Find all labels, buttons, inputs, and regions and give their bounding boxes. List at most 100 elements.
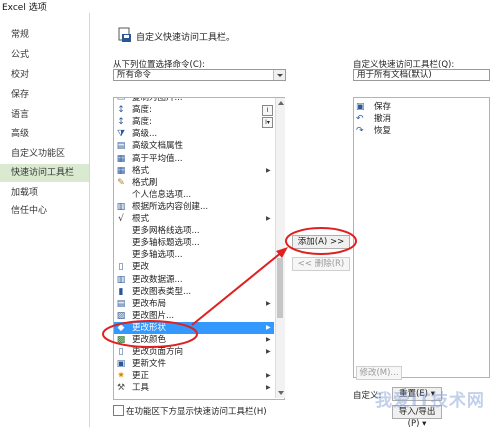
height-icon: ↕ xyxy=(117,117,125,128)
list-item-label: 复制为图片... xyxy=(132,97,183,103)
watermark: 我爱IT技术网 xyxy=(375,391,485,411)
customize-toolbar-value: 用于所有文档(默认) xyxy=(357,70,432,80)
remove-button[interactable]: << 删除(R) xyxy=(292,257,350,271)
sidebar-item-quick-access-toolbar[interactable]: 快速访问工具栏 xyxy=(0,164,89,182)
commands-list-scrollbar[interactable] xyxy=(275,98,285,398)
list-item[interactable]: ▤ 更改布局 ▶ xyxy=(114,298,274,310)
choose-commands-dropdown[interactable]: 所有命令 xyxy=(113,69,286,81)
sidebar-item-language[interactable]: 语言 xyxy=(0,106,89,124)
document-properties-icon: ▤ xyxy=(116,141,126,152)
submenu-arrow-icon: ▶ xyxy=(266,299,271,307)
submenu-arrow-icon: ▶ xyxy=(266,215,271,222)
title-bar: Excel 选项 xyxy=(0,0,500,13)
list-item[interactable]: ▯ 更改 xyxy=(114,261,274,273)
filter-advanced-icon: ⧩ xyxy=(116,129,126,140)
list-item[interactable]: 个人信息选项... xyxy=(114,189,274,201)
list-item[interactable]: ◆ 更改形状 ▶ xyxy=(114,321,274,334)
window-title: Excel 选项 xyxy=(2,3,47,13)
list-item[interactable]: ✎ 格式刷 xyxy=(114,177,274,189)
page-orientation-icon: ▯ xyxy=(118,347,124,358)
list-item-label: 更多网格线选项... xyxy=(132,226,200,237)
update-file-icon: ▣ xyxy=(116,359,126,370)
list-item[interactable]: ▥ 更改数据源... xyxy=(114,274,274,286)
list-item[interactable]: ▤ 高级文档属性 xyxy=(114,140,274,152)
choose-commands-value: 所有命令 xyxy=(117,70,152,80)
list-item-label: 更正 xyxy=(132,371,150,382)
list-item[interactable]: ▥ 根据所选内容创建... xyxy=(114,201,274,213)
above-average-icon: ▦ xyxy=(116,153,126,164)
list-item-label: 更改形状 xyxy=(132,322,167,333)
quick-access-toolbar-list[interactable]: ▣ 保存 ↶ 撤消 ↷ 恢复 xyxy=(353,97,490,378)
list-item-label: 更新文件 xyxy=(132,359,167,370)
list-item-label: 更改页面方向 xyxy=(132,347,184,358)
format-icon: ▦ xyxy=(116,165,126,176)
list-item-label: 高级文档属性 xyxy=(132,141,184,152)
list-item-label: 格式刷 xyxy=(132,177,158,188)
list-item-label: 更改布局 xyxy=(132,298,167,309)
list-item-label: 更改 xyxy=(132,262,150,273)
save-icon: ▣ xyxy=(356,102,365,112)
list-item-label: 根据所选内容创建... xyxy=(132,201,209,212)
undo-icon: ↶ xyxy=(356,114,364,124)
change-data-source-icon: ▥ xyxy=(116,274,126,285)
list-item[interactable]: √ 根式 ▶ xyxy=(114,213,274,225)
chevron-down-icon[interactable] xyxy=(273,70,285,80)
list-item[interactable]: ▯ 更改页面方向 ▶ xyxy=(114,346,274,358)
list-item[interactable]: ↕ 高度: I xyxy=(114,104,274,117)
sidebar-item-customize-ribbon[interactable]: 自定义功能区 xyxy=(0,145,89,163)
list-item[interactable]: ▭ 复制为图片... xyxy=(114,97,274,104)
submenu-arrow-icon: ▶ xyxy=(266,348,271,356)
sidebar-item-save[interactable]: 保存 xyxy=(0,86,89,104)
list-item-label: 高于平均值... xyxy=(132,153,183,164)
customize-toolbar-dropdown[interactable]: 用于所有文档(默认) xyxy=(353,69,490,81)
sidebar-item-general[interactable]: 常规 xyxy=(0,26,89,44)
change-chart-type-icon: ▮ xyxy=(118,286,124,297)
list-item[interactable]: 更多轴标题选项... xyxy=(114,237,274,249)
input-box-icon: I▾ xyxy=(262,117,273,129)
list-item[interactable]: ✷ 更正 ▶ xyxy=(114,370,274,382)
list-item-label: 更改颜色 xyxy=(132,335,167,345)
list-item-label: 高级... xyxy=(132,129,158,140)
submenu-arrow-icon: ▶ xyxy=(266,323,271,331)
add-button[interactable]: 添加(A) >> xyxy=(292,235,350,249)
scrollbar-thumb[interactable] xyxy=(277,258,283,318)
create-from-selection-icon: ▥ xyxy=(116,201,126,212)
list-item-label: 格式 xyxy=(132,165,150,176)
list-item[interactable]: ▩ 更改颜色 ▶ xyxy=(114,334,274,346)
list-item-label: 高度: xyxy=(132,117,152,128)
height-icon: ↕ xyxy=(117,105,125,116)
show-below-ribbon-checkbox[interactable] xyxy=(113,405,124,416)
sidebar-item-formulas[interactable]: 公式 xyxy=(0,46,89,64)
list-item[interactable]: ▦ 高于平均值... xyxy=(114,153,274,165)
list-item[interactable]: ▨ 更改图片... xyxy=(114,310,274,322)
sidebar-item-advanced[interactable]: 高级 xyxy=(0,125,89,143)
scroll-up-arrow-icon[interactable] xyxy=(278,101,284,105)
radical-icon: √ xyxy=(118,214,124,224)
list-item-label: 工具 xyxy=(132,383,150,394)
submenu-arrow-icon: ▶ xyxy=(266,372,271,380)
sidebar-item-proofing[interactable]: 校对 xyxy=(0,66,89,84)
change-icon: ▯ xyxy=(118,262,124,273)
page-title: 自定义快速访问工具栏。 xyxy=(136,33,236,43)
list-item[interactable]: 更多网格线选项... xyxy=(114,225,274,237)
corrections-icon: ✷ xyxy=(117,371,125,382)
scroll-down-arrow-icon[interactable] xyxy=(278,391,284,395)
list-item[interactable]: ▣ 更新文件 xyxy=(114,358,274,370)
list-item[interactable]: ⚒ 工具 ▶ xyxy=(114,382,274,394)
list-item[interactable]: ↕ 高度: I▾ xyxy=(114,116,274,129)
list-item[interactable]: ▮ 更改图表类型... xyxy=(114,286,274,298)
change-picture-icon: ▨ xyxy=(116,310,126,321)
list-item-label: 更改图片... xyxy=(132,310,175,321)
copy-picture-icon: ▭ xyxy=(116,97,126,103)
sidebar-item-trust-center[interactable]: 信任中心 xyxy=(0,202,89,220)
list-item[interactable]: ⧩ 高级... xyxy=(114,128,274,140)
commands-list[interactable]: ▭ 复制为图片... ↕ 高度: I ↕ 高度: I▾ ⧩ 高级... ▤ 高级文档属性 ▦ 高于平均值.… xyxy=(113,97,285,400)
change-layout-icon: ▤ xyxy=(116,298,126,309)
list-item-label: 更改图表类型... xyxy=(132,286,192,297)
submenu-arrow-icon: ▶ xyxy=(266,336,271,343)
sidebar-item-add-ins[interactable]: 加载项 xyxy=(0,184,89,202)
modify-button[interactable]: 修改(M)... xyxy=(356,366,402,380)
show-below-ribbon-label: 在功能区下方显示快速访问工具栏(H) xyxy=(126,407,267,417)
list-item[interactable]: 更多轴选项... xyxy=(114,249,274,261)
list-item[interactable]: ▦ 格式 ▶ xyxy=(114,165,274,177)
